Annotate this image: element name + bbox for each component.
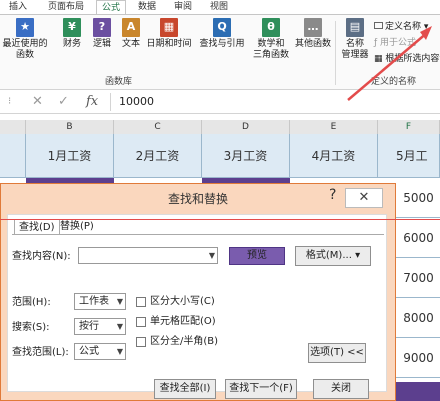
dialog-body: 查找(D) 替换(P) 查找内容(N): ▼ 预览 格式(M)... ▾ 范围(…: [7, 214, 387, 392]
arrow-shaft: [347, 31, 429, 101]
chevron-down-icon: ▼: [116, 347, 123, 356]
find-next-button[interactable]: 查找下一个(F): [225, 379, 297, 399]
header-cell[interactable]: 2月工资: [114, 134, 202, 178]
cell-a-header[interactable]: [0, 134, 26, 178]
scope-label: 范围(H):: [12, 297, 51, 308]
cell-f[interactable]: 5000: [396, 178, 440, 218]
highlight-bar: [396, 382, 440, 401]
look-in-label: 查找范围(L):: [12, 347, 69, 358]
match-cell-label[interactable]: 单元格匹配(O): [150, 315, 216, 329]
scope-select[interactable]: 工作表 ▼: [74, 293, 126, 310]
tab-replace[interactable]: 替换(P): [56, 219, 98, 235]
tab-divider: [12, 234, 384, 235]
chevron-down-icon[interactable]: ▼: [209, 248, 215, 264]
header-cell[interactable]: 4月工资: [290, 134, 378, 178]
match-case-checkbox[interactable]: [136, 297, 146, 307]
annotation-line: [0, 219, 440, 220]
match-case-label[interactable]: 区分大小写(C): [150, 295, 215, 309]
format-button[interactable]: 格式(M)... ▾: [295, 246, 371, 266]
cell-f[interactable]: 6000: [396, 218, 440, 258]
match-width-checkbox[interactable]: [136, 337, 146, 347]
search-order-select[interactable]: 按行 ▼: [74, 318, 126, 335]
search-order-label: 搜索(S):: [12, 322, 50, 333]
close-button[interactable]: 关闭: [313, 379, 369, 399]
chevron-down-icon: ▼: [116, 297, 123, 306]
header-cell[interactable]: 1月工资: [26, 134, 114, 178]
find-what-label: 查找内容(N):: [12, 251, 71, 262]
help-icon[interactable]: ?: [329, 187, 336, 203]
format-preview: 预览: [229, 247, 285, 265]
chevron-down-icon: ▼: [116, 322, 123, 331]
tab-find[interactable]: 查找(D): [14, 219, 60, 235]
find-replace-dialog: 查找和替换 ? ✕ 查找(D) 替换(P) 查找内容(N): ▼ 预览 格式(M…: [0, 183, 396, 401]
chevron-down-icon: ▾: [355, 250, 361, 261]
header-cell[interactable]: 5月工资: [378, 134, 440, 207]
match-width-label[interactable]: 区分全/半角(B): [150, 335, 218, 349]
header-cell[interactable]: 3月工资: [202, 134, 290, 178]
close-icon[interactable]: ✕: [345, 188, 383, 208]
find-all-button[interactable]: 查找全部(I): [154, 379, 216, 399]
look-in-select[interactable]: 公式 ▼: [74, 343, 126, 360]
match-cell-checkbox[interactable]: [136, 317, 146, 327]
options-button[interactable]: 选项(T) <<: [308, 343, 366, 363]
cell-f[interactable]: 7000: [396, 258, 440, 298]
cell-f[interactable]: 8000: [396, 298, 440, 338]
cell-f[interactable]: 9000: [396, 338, 440, 378]
find-what-input[interactable]: ▼: [78, 247, 218, 264]
annotation-arrow: [347, 26, 432, 101]
